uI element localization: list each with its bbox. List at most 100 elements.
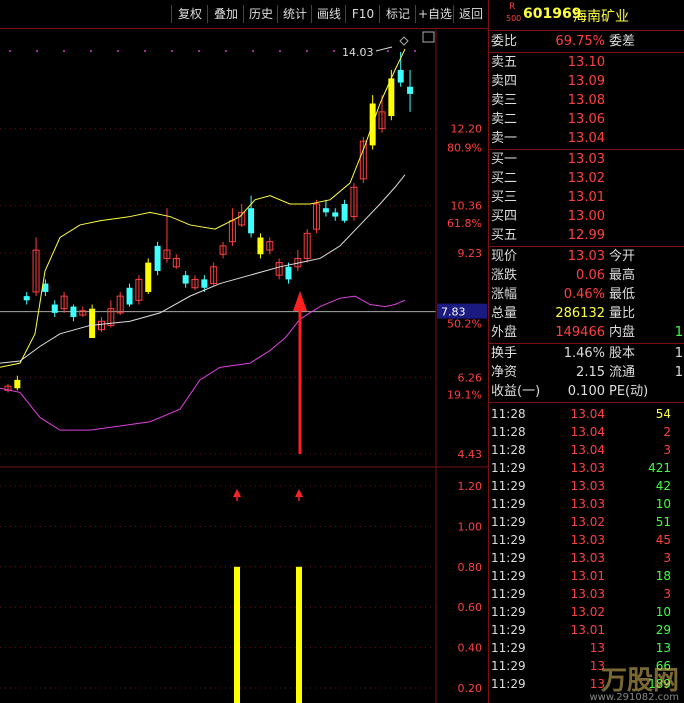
toolbar-draw-button[interactable]: 画线: [311, 5, 346, 23]
ask-row[interactable]: 卖五 13.10: [489, 53, 684, 72]
candle-body: [322, 208, 329, 213]
ask-level-label: 卖二: [491, 112, 518, 127]
trade-price: 13: [589, 659, 605, 673]
candle-body: [23, 296, 30, 301]
price-tick-label: 9.23: [458, 247, 483, 260]
stat-row: 涨幅 0.46% 最低: [489, 285, 684, 304]
ask-level-label: 卖三: [491, 93, 518, 108]
trade-row: 11:29 13.03 45: [489, 531, 684, 549]
bid-row[interactable]: 买五 12.99: [489, 226, 684, 245]
bid-level-label: 买五: [491, 228, 518, 243]
high-price-pointer: [375, 46, 393, 52]
bid-price: 12.99: [567, 228, 605, 243]
bid-price: 13.03: [567, 152, 605, 167]
trade-time: 11:28: [491, 443, 526, 457]
candle-body: [397, 70, 404, 83]
bid-row[interactable]: 买四 13.00: [489, 207, 684, 226]
ask-price: 13.06: [567, 112, 605, 127]
toolbar-mark-button[interactable]: 标记: [379, 5, 416, 23]
trade-volume: 45: [655, 533, 671, 547]
trade-volume: 54: [655, 407, 671, 421]
lower-tick-label: 0.60: [458, 601, 483, 614]
fund-label: 换手: [491, 346, 518, 361]
candle-body: [332, 212, 339, 217]
fund-row: 收益(一) 0.100 PE(动): [489, 382, 684, 401]
lower-tick-label: 1.20: [458, 480, 483, 493]
toolbar-stats-button[interactable]: 统计: [277, 5, 312, 23]
signal-dot: [414, 50, 416, 52]
bid-row[interactable]: 买三 13.01: [489, 188, 684, 207]
stat-label-2: 最高: [609, 268, 636, 283]
trade-price: 13.03: [570, 587, 605, 601]
signal-dot: [279, 50, 281, 52]
ask-row[interactable]: 卖四 13.09: [489, 72, 684, 91]
price-tick-label: 6.26: [458, 371, 483, 384]
trade-row: 11:29 13.03 3: [489, 585, 684, 603]
fund-label: 净资: [491, 365, 518, 380]
trade-volume: 10: [655, 605, 671, 619]
ask-row[interactable]: 卖一 13.04: [489, 129, 684, 148]
trade-time: 11:28: [491, 407, 526, 421]
lower-tick-label: 0.80: [458, 561, 483, 574]
weicha-label: 委差: [609, 34, 636, 49]
stat-label-2: 内盘: [609, 325, 636, 340]
stat-value-2: 1: [674, 325, 683, 340]
toolbar-overlay-button[interactable]: 叠加: [207, 5, 244, 23]
signal-dot: [117, 50, 119, 52]
trade-volume: 3: [663, 443, 671, 457]
candle-body: [14, 379, 21, 389]
trade-row: 11:29 13.03 42: [489, 477, 684, 495]
weibi-row: 委比 69.75% 委差: [489, 32, 684, 51]
stat-value: 286132: [555, 306, 605, 321]
fund-label-2: 流通: [609, 365, 636, 380]
bid-row[interactable]: 买一 13.03: [489, 150, 684, 169]
signal-dot: [36, 50, 38, 52]
lower-tick-label: 0.20: [458, 682, 483, 695]
lower-tick-label: 0.40: [458, 642, 483, 655]
toolbar-f10-button[interactable]: F10: [345, 5, 380, 23]
bid-row[interactable]: 买二 13.02: [489, 169, 684, 188]
signal-arrow-head: [293, 291, 307, 311]
fund-label-2: PE(动): [609, 384, 649, 399]
toolbar-add-favorite-button[interactable]: +自选: [415, 5, 454, 23]
candle-body: [182, 275, 189, 284]
ask-level-label: 卖一: [491, 131, 518, 146]
fund-label-2: 股本: [609, 346, 636, 361]
fund-value: 0.100: [567, 384, 605, 399]
stat-value: 0.06: [576, 268, 605, 283]
price-tick-label: 10.36: [451, 200, 483, 213]
indicator-lines: [0, 48, 406, 454]
candle-body: [201, 279, 208, 288]
candle-body: [257, 237, 264, 255]
fund-value: 1.46%: [563, 346, 605, 361]
trade-time: 11:29: [491, 569, 526, 583]
ask-level-label: 卖四: [491, 74, 518, 89]
toolbar-fuquan-button[interactable]: 复权: [171, 5, 208, 23]
ask-price: 13.08: [567, 93, 605, 108]
trade-row: 11:28 13.04 54: [489, 405, 684, 423]
price-tick-label: 4.43: [458, 448, 483, 461]
trade-volume: 29: [655, 623, 671, 637]
price-axis: 12.20 10.36 9.23 6.26 4.43 80.9% 61.8% 50.2% 19.…: [0, 29, 488, 703]
trade-volume: 18: [655, 569, 671, 583]
trade-price: 13.02: [570, 515, 605, 529]
signal-dot: [144, 50, 146, 52]
bid-price: 13.01: [567, 190, 605, 205]
ask-row[interactable]: 卖二 13.06: [489, 110, 684, 129]
trade-volume: 421: [648, 461, 671, 475]
stat-label: 涨幅: [491, 287, 518, 302]
stat-value: 13.03: [567, 249, 605, 264]
ask-price: 13.04: [567, 131, 605, 146]
trade-row: 11:29 13.02 10: [489, 603, 684, 621]
ask-row[interactable]: 卖三 13.08: [489, 91, 684, 110]
kline-chart[interactable]: 12.20 10.36 9.23 6.26 4.43 80.9% 61.8% 50.2% 19.…: [0, 29, 488, 703]
trade-time: 11:29: [491, 533, 526, 547]
toolbar-history-button[interactable]: 历史: [243, 5, 278, 23]
candlesticks: [4, 52, 414, 393]
fund-row: 净资 2.15 流通 1: [489, 363, 684, 382]
toolbar-back-button[interactable]: 返回: [453, 5, 488, 23]
signal-dot: [9, 50, 11, 52]
trade-price: 13.03: [570, 533, 605, 547]
quote-panel: R 500 601969 海南矿业 委比 69.75% 委差 卖五 13.10 卖四…: [488, 0, 684, 703]
trade-volume: 13: [655, 641, 671, 655]
